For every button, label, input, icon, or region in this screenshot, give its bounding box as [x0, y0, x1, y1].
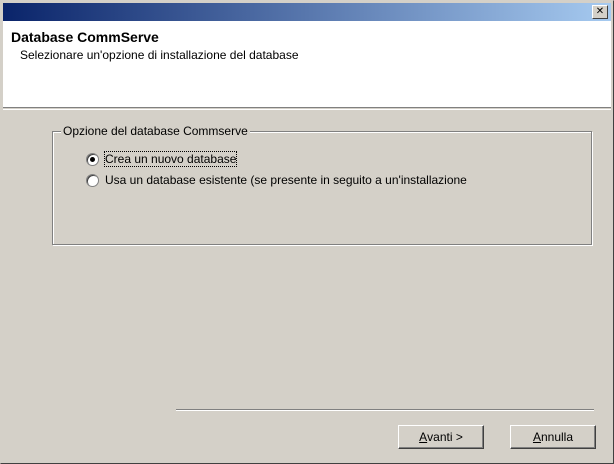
page-title: Database CommServe	[11, 29, 159, 45]
database-option-group	[52, 131, 592, 245]
option-new-database[interactable]: Crea un nuovo database	[86, 151, 238, 167]
cancel-button[interactable]: Annulla	[510, 425, 596, 449]
group-legend: Opzione del database Commserve	[61, 124, 250, 138]
header-divider	[3, 109, 611, 110]
wizard-header: Database CommServe Selezionare un'opzion…	[3, 21, 611, 108]
close-icon: ✕	[595, 6, 605, 17]
option-new-database-label: Crea un nuovo database	[103, 151, 238, 167]
cancel-button-mnemonic: A	[532, 430, 541, 444]
next-button-label: vanti >	[427, 430, 463, 444]
footer-separator	[176, 409, 594, 411]
radio-existing-database[interactable]	[86, 173, 99, 187]
installer-dialog: ✕ Database CommServe Selezionare un'opzi…	[0, 0, 614, 464]
option-existing-database-label: Usa un database esistente (se presente i…	[105, 173, 467, 187]
page-subtitle: Selezionare un'opzione di installazione …	[20, 48, 299, 62]
next-button-mnemonic: A	[419, 430, 428, 444]
radio-new-database[interactable]	[86, 152, 99, 166]
close-button[interactable]: ✕	[592, 5, 608, 19]
cancel-button-label: nnulla	[540, 430, 574, 444]
title-bar[interactable]: ✕	[3, 3, 611, 21]
next-button[interactable]: Avanti >	[398, 425, 484, 449]
option-existing-database[interactable]: Usa un database esistente (se presente i…	[86, 173, 467, 187]
